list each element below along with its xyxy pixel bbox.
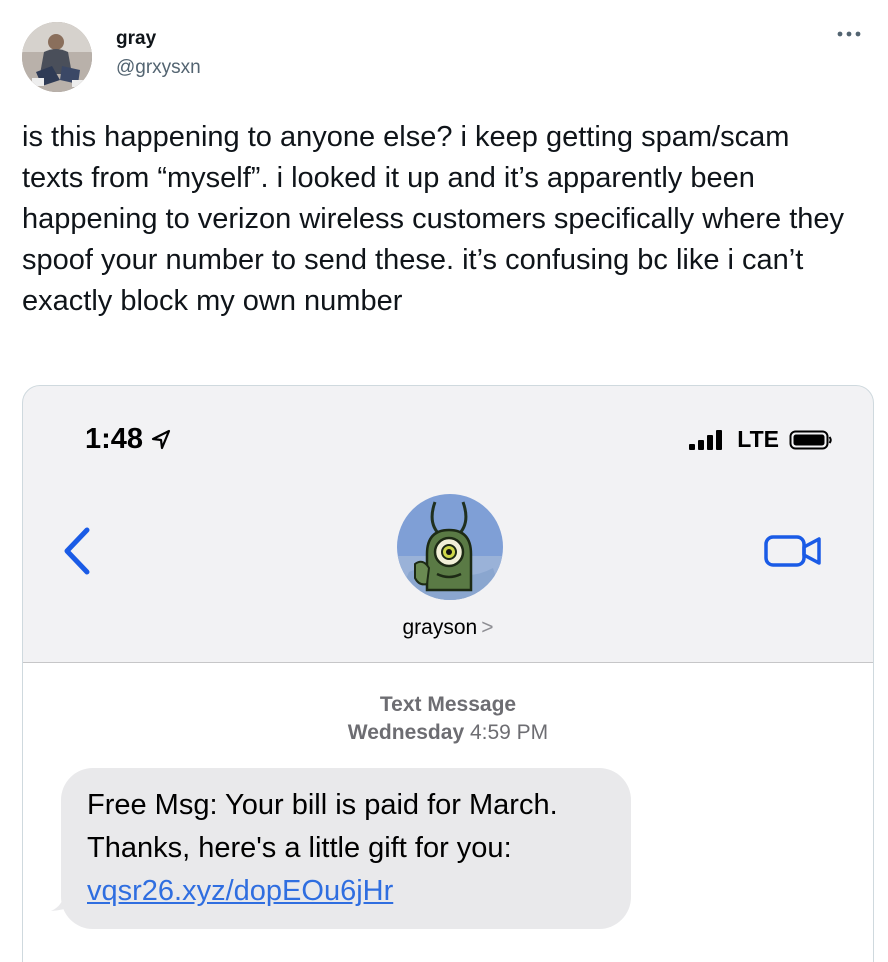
- back-button[interactable]: [57, 524, 97, 578]
- message-bubble[interactable]: Free Msg: Your bill is paid for March. T…: [61, 768, 631, 929]
- tweet-card: gray @grxysxn is this happening to anyon…: [0, 0, 888, 962]
- author-display-name[interactable]: gray: [116, 28, 156, 50]
- message-text: Free Msg: Your bill is paid for March. T…: [87, 789, 558, 864]
- video-camera-icon: [764, 535, 821, 567]
- tweet-text: is this happening to anyone else? i keep…: [22, 121, 845, 317]
- status-bar-time: 1:48: [85, 423, 173, 456]
- chevron-right-icon: >: [481, 616, 494, 639]
- status-bar-indicators: LTE: [687, 426, 833, 453]
- tweet-media-screenshot[interactable]: 1:48 LTE grayson > Text Message Wednesda…: [22, 385, 874, 962]
- message-day: Wednesday: [347, 721, 465, 744]
- more-options-button[interactable]: [832, 22, 866, 46]
- message-link[interactable]: vqsr26.xyz/dopEOu6jHr: [87, 875, 393, 907]
- message-type-label: Text Message: [379, 693, 517, 716]
- more-horizontal-icon: [837, 31, 861, 37]
- message-time: 4:59 PM: [469, 721, 549, 744]
- message-timestamp: Wednesday 4:59 PM: [23, 721, 873, 745]
- location-arrow-icon: [151, 429, 171, 449]
- facetime-video-button[interactable]: [763, 531, 823, 571]
- contact-name[interactable]: grayson >: [23, 616, 873, 640]
- author-avatar[interactable]: [22, 22, 92, 92]
- message-thread: Text Message Wednesday 4:59 PM Free Msg:…: [23, 663, 873, 962]
- network-type-label: LTE: [737, 426, 779, 452]
- author-handle[interactable]: @grxysxn: [116, 57, 201, 79]
- author-photo: [22, 22, 92, 92]
- chevron-left-icon: [64, 527, 90, 575]
- contact-name-text: grayson: [402, 616, 478, 639]
- status-time-text: 1:48: [85, 423, 144, 455]
- contact-photo: [397, 494, 503, 600]
- battery-icon: [789, 429, 833, 451]
- contact-avatar[interactable]: [397, 494, 503, 600]
- cellular-signal-icon: [687, 429, 727, 451]
